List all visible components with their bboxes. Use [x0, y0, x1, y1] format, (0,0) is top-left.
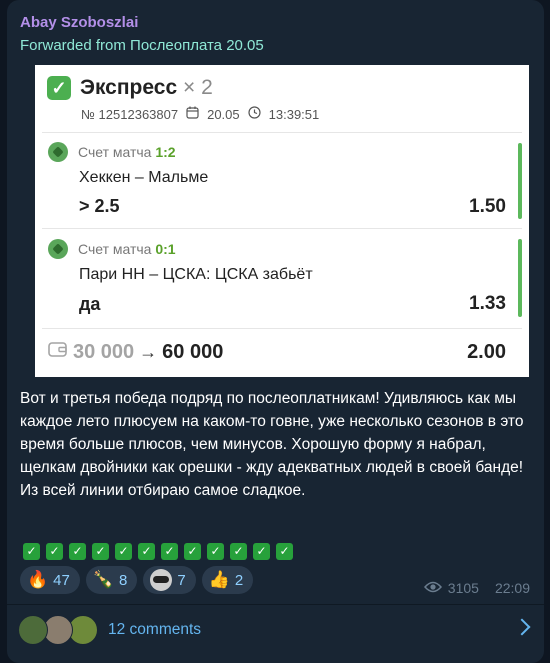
bet-score: 1:2 [155, 144, 176, 160]
checkmark-icon: ✓ [47, 76, 71, 100]
arrow-right-icon: → [139, 342, 158, 362]
check-emoji-icon: ✓ [23, 543, 40, 560]
bet-time: 13:39:51 [268, 106, 320, 122]
reaction-count: 2 [234, 571, 244, 589]
reaction-count: 47 [53, 571, 70, 589]
bet-odds: 1.50 [469, 196, 506, 217]
stake-amount: 30 000 [73, 341, 135, 363]
message-bubble: Abay Szoboszlai Forwarded from Послеопла… [7, 0, 544, 663]
check-emoji-icon: ✓ [92, 543, 109, 560]
bet-meta: № 12512363807 20.05 13:39:51 [81, 106, 319, 122]
check-emoji-icon: ✓ [161, 543, 178, 560]
divider [42, 328, 522, 329]
check-emoji-icon: ✓ [276, 543, 293, 560]
bet-slip-image[interactable]: ✓ Экспресс × 2 № 12512363807 20.05 13:39… [35, 65, 529, 377]
check-emoji-icon: ✓ [138, 543, 155, 560]
checkmark-row: ✓ ✓ ✓ ✓ ✓ ✓ ✓ ✓ ✓ ✓ ✓ ✓ [23, 543, 293, 560]
thumbs-up-icon: 👍 [208, 570, 230, 589]
champagne-icon: 🍾 [92, 570, 115, 589]
comments-button[interactable]: 12 comments [7, 605, 544, 663]
stake-row: 30 000 → 60 000 [48, 341, 223, 364]
author-name[interactable]: Abay Szoboszlai [20, 14, 138, 31]
custom-sticker-icon [150, 569, 173, 591]
view-count: 3105 [447, 580, 479, 596]
clock-icon [248, 106, 261, 122]
reaction-champagne[interactable]: 🍾 8 [85, 566, 138, 594]
bet-outcome: да [79, 294, 101, 314]
bet-event: Хеккен – Мальме [79, 169, 209, 186]
reaction-count: 7 [177, 571, 186, 589]
commenter-avatars [18, 615, 108, 645]
reaction-fire[interactable]: 🔥 47 [20, 566, 80, 594]
bet-score: 0:1 [155, 241, 176, 257]
check-emoji-icon: ✓ [46, 543, 63, 560]
status-bar [518, 239, 522, 317]
bet-id: № 12512363807 [81, 106, 179, 122]
check-emoji-icon: ✓ [253, 543, 270, 560]
status-bar [518, 143, 522, 219]
chevron-right-icon [513, 618, 531, 636]
calendar-icon [186, 106, 199, 122]
check-emoji-icon: ✓ [184, 543, 201, 560]
bet-outcome: > 2.5 [79, 196, 120, 216]
bet-odds: 1.33 [469, 293, 506, 314]
fire-icon: 🔥 [27, 570, 49, 589]
football-icon [48, 239, 68, 259]
check-emoji-icon: ✓ [115, 543, 132, 560]
payout-amount: 60 000 [162, 341, 224, 363]
reaction-count: 8 [119, 571, 128, 589]
bet-row: Счет матча 0:1 Пари НН – ЦСКА: ЦСКА забь… [42, 228, 522, 326]
message-time: 22:09 [494, 580, 530, 596]
reaction-thumbs-up[interactable]: 👍 2 [201, 566, 254, 594]
total-odds: 2.00 [467, 341, 506, 363]
check-emoji-icon: ✓ [69, 543, 86, 560]
bet-multiplier: × 2 [183, 76, 213, 99]
avatar [18, 615, 48, 645]
bet-event: Пари НН – ЦСКА: ЦСКА забьёт [79, 266, 313, 283]
football-icon [48, 142, 68, 162]
eye-icon [423, 580, 442, 596]
bet-market: Счет матча 0:1 [78, 241, 176, 257]
check-emoji-icon: ✓ [230, 543, 247, 560]
bet-row: Счет матча 1:2 Хеккен – Мальме > 2.5 1.5… [42, 132, 522, 228]
bet-date: 20.05 [207, 106, 240, 122]
bet-type-title: Экспресс [80, 76, 178, 99]
message-text: Вот и третья победа подряд по послеоплат… [20, 390, 524, 499]
wallet-icon [48, 341, 68, 364]
reaction-custom[interactable]: 7 [143, 566, 196, 594]
check-emoji-icon: ✓ [207, 543, 224, 560]
reactions: 🔥 47 🍾 8 7 👍 2 [20, 566, 254, 594]
message-stats: 3105 22:09 [423, 580, 530, 596]
forwarded-from[interactable]: Forwarded from Послеоплата 20.05 [20, 37, 264, 54]
bet-market: Счет матча 1:2 [78, 144, 176, 160]
comments-label: 12 comments [108, 621, 202, 638]
